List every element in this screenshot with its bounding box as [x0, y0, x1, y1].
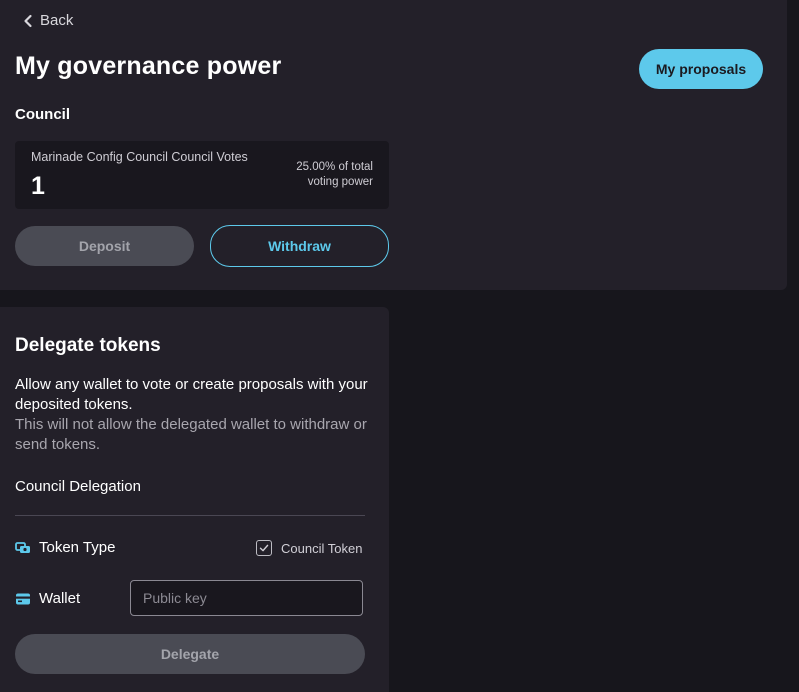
council-token-option[interactable]: Council Token — [256, 540, 362, 556]
wallet-label: Wallet — [39, 590, 81, 607]
page-title: My governance power — [15, 52, 282, 80]
token-coins-icon — [15, 542, 30, 553]
token-type-label: Token Type — [39, 539, 116, 556]
public-key-input[interactable] — [130, 580, 363, 616]
council-votes-count: 1 — [31, 172, 45, 200]
check-icon — [259, 544, 269, 552]
withdraw-button[interactable]: Withdraw — [210, 225, 389, 267]
council-section-label: Council — [15, 106, 70, 123]
credit-card-icon — [16, 593, 30, 605]
voting-power-percent-caption: voting power — [307, 176, 373, 188]
delegate-note-text: This will not allow the delegated wallet… — [15, 416, 367, 453]
council-token-checkbox[interactable] — [256, 540, 272, 556]
council-token-label: Council Token — [281, 540, 363, 556]
delegate-button[interactable]: Delegate — [15, 634, 365, 674]
my-proposals-button[interactable]: My proposals — [639, 49, 763, 89]
deposit-button[interactable]: Deposit — [15, 226, 194, 266]
delegate-description: Allow any wallet to vote or create propo… — [15, 375, 370, 455]
back-link[interactable]: Back — [22, 12, 73, 29]
voting-power-percent-value: 25.00% of total — [296, 161, 373, 173]
council-votes-card: Marinade Config Council Council Votes 1 … — [15, 141, 389, 209]
voting-power-percent: 25.00% of total voting power — [263, 160, 373, 190]
delegate-title: Delegate tokens — [15, 335, 161, 356]
divider — [15, 515, 365, 516]
delegate-description-text: Allow any wallet to vote or create propo… — [15, 376, 368, 413]
council-delegation-label: Council Delegation — [15, 478, 141, 495]
council-votes-label: Marinade Config Council Council Votes — [31, 150, 248, 164]
back-label: Back — [40, 12, 74, 29]
chevron-left-icon — [24, 14, 32, 27]
